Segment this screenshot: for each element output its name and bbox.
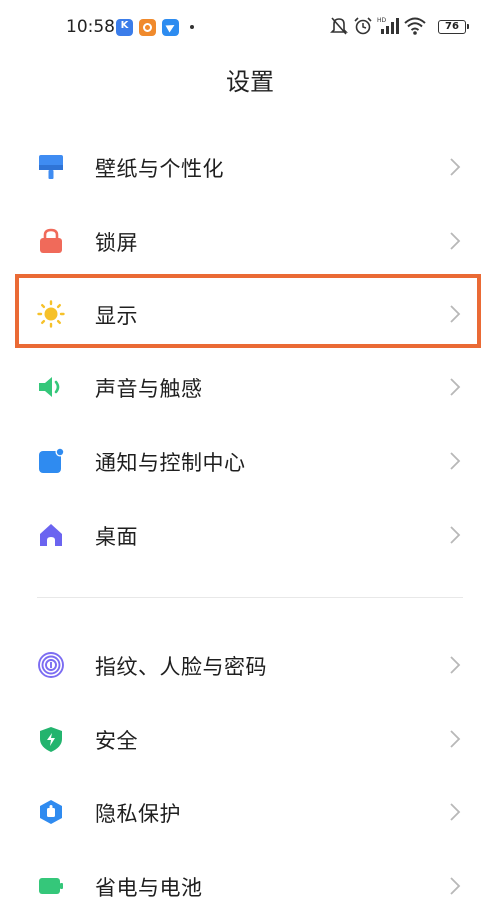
chevron-right-icon bbox=[450, 877, 461, 895]
settings-item-label: 隐私保护 bbox=[95, 802, 181, 826]
fingerprint-icon bbox=[38, 652, 64, 678]
k-app-icon bbox=[116, 19, 133, 36]
notification-icon bbox=[39, 447, 65, 473]
settings-item-sound[interactable]: 声音与触感 bbox=[0, 349, 500, 421]
settings-item-battery[interactable]: 省电与电池 bbox=[0, 848, 500, 920]
page-title: 设置 bbox=[226, 68, 274, 96]
alarm-icon bbox=[354, 17, 372, 35]
section-divider bbox=[37, 597, 463, 598]
settings-item-privacy[interactable]: 隐私保护 bbox=[0, 774, 500, 846]
lock-icon bbox=[40, 228, 62, 253]
chevron-right-icon bbox=[450, 656, 461, 674]
blue-send-icon bbox=[162, 19, 179, 36]
settings-item-label: 省电与电池 bbox=[95, 876, 203, 900]
chevron-right-icon bbox=[450, 378, 461, 396]
settings-item-lockscreen[interactable]: 锁屏 bbox=[0, 203, 500, 275]
settings-item-label: 壁纸与个性化 bbox=[95, 157, 224, 181]
settings-item-label: 锁屏 bbox=[95, 231, 138, 255]
wallpaper-icon bbox=[39, 155, 63, 179]
chevron-right-icon bbox=[450, 526, 461, 544]
privacy-icon bbox=[40, 800, 62, 824]
home-icon bbox=[40, 524, 62, 546]
settings-item-security[interactable]: 安全 bbox=[0, 701, 500, 773]
chevron-right-icon bbox=[450, 452, 461, 470]
settings-item-notifications[interactable]: 通知与控制中心 bbox=[0, 423, 500, 495]
wifi-icon bbox=[404, 17, 426, 35]
more-notifications-dot bbox=[190, 25, 194, 29]
settings-item-fingerprint[interactable]: 指纹、人脸与密码 bbox=[0, 627, 500, 699]
orange-app-icon bbox=[139, 19, 156, 36]
status-time: 10:58 bbox=[66, 17, 115, 37]
settings-item-label: 通知与控制中心 bbox=[95, 451, 246, 475]
battery-saver-icon bbox=[39, 878, 63, 894]
status-bar: 10:58 HD 76 bbox=[0, 0, 500, 56]
svg-text:HD: HD bbox=[377, 17, 387, 24]
settings-item-desktop[interactable]: 桌面 bbox=[0, 497, 500, 569]
chevron-right-icon bbox=[450, 158, 461, 176]
battery-icon: 76 bbox=[438, 20, 469, 34]
highlight-box bbox=[15, 274, 481, 348]
chevron-right-icon bbox=[450, 730, 461, 748]
hd-signal-icon: HD bbox=[377, 17, 399, 34]
chevron-right-icon bbox=[450, 803, 461, 821]
chevron-right-icon bbox=[450, 232, 461, 250]
settings-item-label: 桌面 bbox=[95, 525, 138, 549]
mute-icon bbox=[330, 17, 348, 35]
shield-icon bbox=[40, 727, 62, 752]
speaker-icon bbox=[39, 377, 60, 397]
settings-item-wallpaper[interactable]: 壁纸与个性化 bbox=[0, 129, 500, 201]
settings-item-label: 指纹、人脸与密码 bbox=[95, 655, 267, 679]
settings-item-label: 安全 bbox=[95, 729, 138, 753]
settings-item-label: 声音与触感 bbox=[95, 377, 203, 401]
